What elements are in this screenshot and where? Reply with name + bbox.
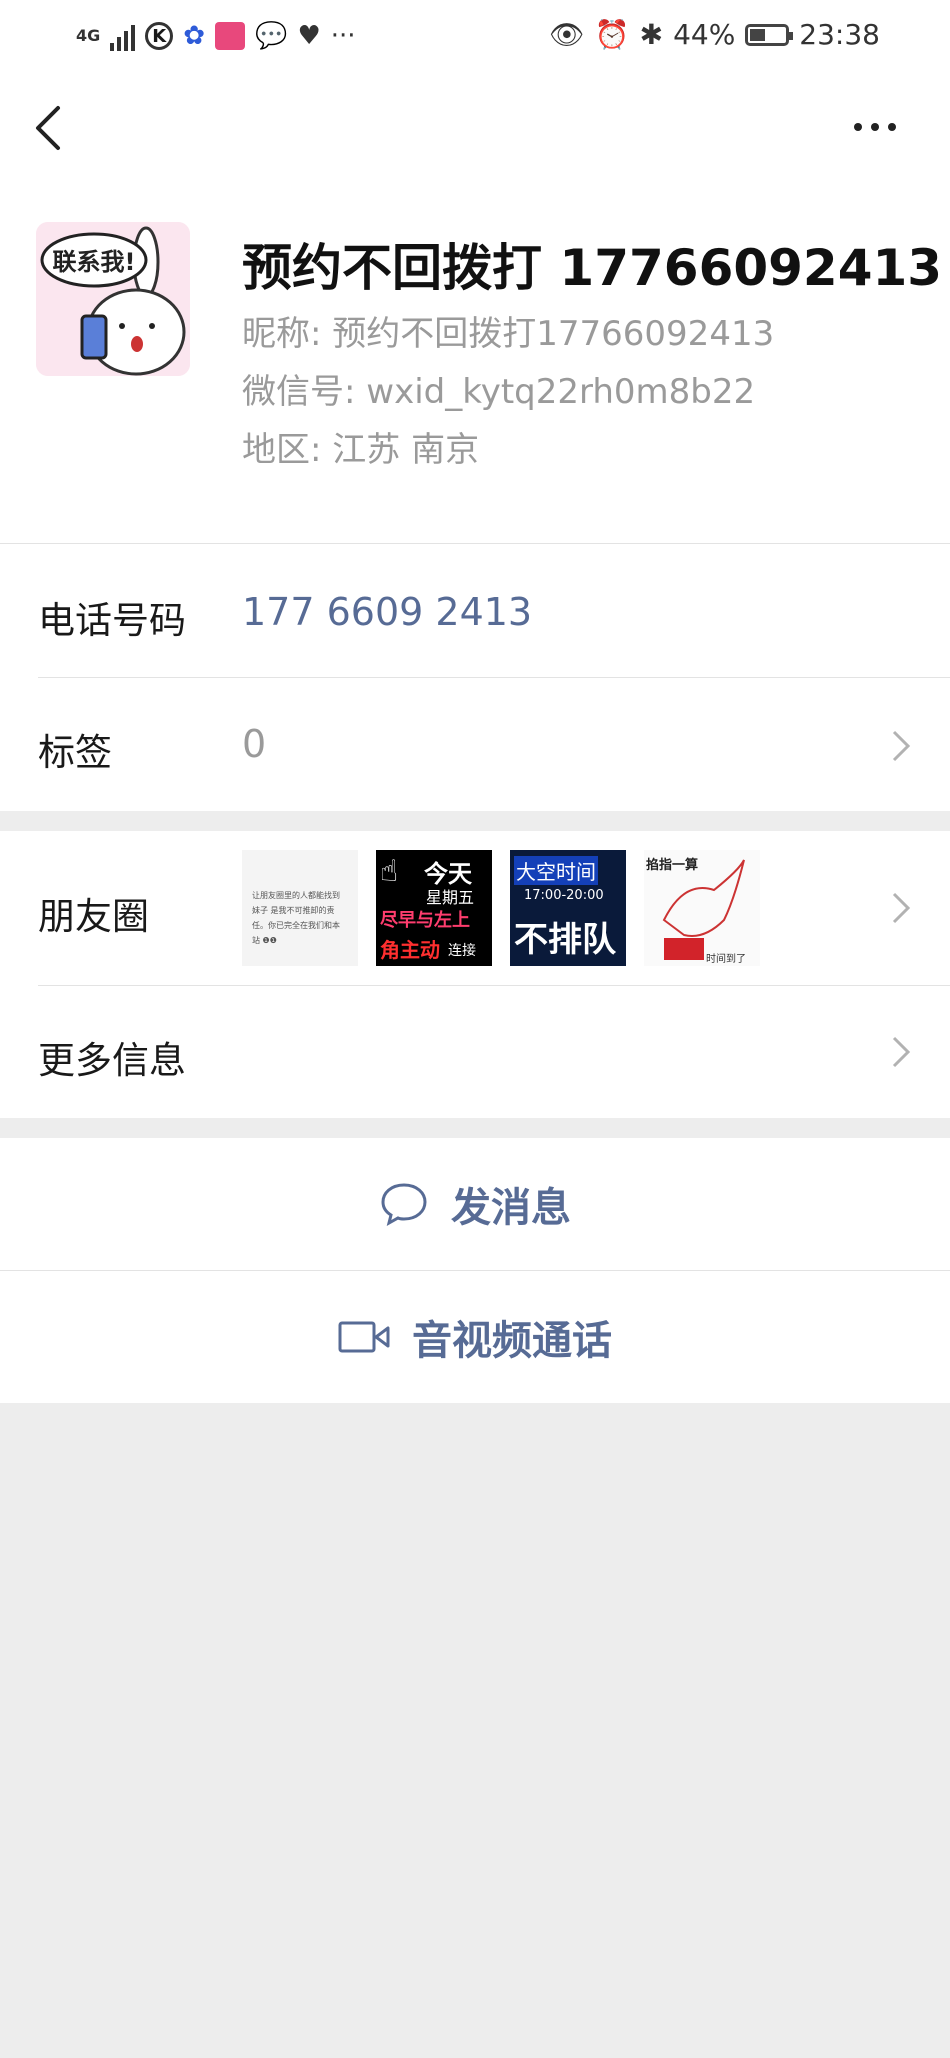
battery-fill [750,28,766,41]
tags-label: 标签 [38,731,112,774]
battery-percent: 44% [673,18,736,51]
k-app-icon: K [145,22,174,50]
baidu-paw-icon: ✿ [183,21,206,51]
pink-app-icon [215,22,246,50]
section-divider [0,543,950,544]
wechat-id-line: 微信号: wxid_kytq22rh0m8b22 [242,372,756,412]
phone-number-link[interactable]: 177 6609 2413 [242,590,532,634]
tags-row[interactable] [0,678,950,810]
video-camera-icon [338,1321,390,1353]
thumb-2-line: 尽早与左上 [380,910,470,931]
back-arrow-icon[interactable] [30,100,70,156]
signal-icon [110,21,136,51]
moments-thumb-1[interactable]: 让朋友圈里的人都能找到 妹子 是我不可推卸的责 任。你已完全在我们和本 站 ❶❶ [242,850,358,966]
chat-bubble-icon: 💬 [255,21,288,51]
moments-label: 朋友圈 [38,895,149,938]
avatar[interactable]: 联系我! [36,222,190,376]
thumb-3-line: 大空时间 [514,856,598,885]
empty-background [0,1403,950,2058]
section-gap [0,1118,950,1138]
thumb-1-line: 让朋友圈里的人都能找到 [252,891,340,900]
send-message-label: 发消息 [451,1185,571,1231]
section-gap [0,811,950,831]
chat-bubble-icon [381,1183,427,1226]
status-bar: 4G K ✿ 💬 ♥ ··· 👁 ⏰ ✱ 44% 23:38 [0,0,950,72]
avatar-text: 联系我! [53,248,136,276]
video-call-button[interactable]: 音视频通话 [0,1271,950,1403]
thumb-2-line: 角主动 [380,938,440,962]
thumb-2-line: 连接 [448,943,476,959]
chevron-right-icon [892,730,911,762]
thumb-4-line: 时间到了 [706,954,746,965]
fortune-hand-icon [662,859,745,960]
moments-thumb-4[interactable]: 掐指一算 时间到了 [644,850,760,966]
more-info-label: 更多信息 [38,1039,186,1082]
more-notifications-icon: ··· [330,21,356,51]
video-call-label: 音视频通话 [412,1318,612,1364]
thumb-1-line: 站 ❶❶ [252,936,277,945]
region-line: 地区: 江苏 南京 [242,430,480,470]
more-options-button[interactable] [854,112,904,142]
heart-rate-icon: ♥ [297,21,321,51]
moments-thumb-2[interactable]: ☝ 今天 星期五 尽早与左上 角主动 连接 [376,850,492,966]
thumb-2-line: 星期五 [426,888,475,907]
thumb-3-line: 不排队 [514,920,616,960]
eye-icon: 👁 [549,18,585,51]
tags-count: 0 [242,722,267,766]
pointing-hand-icon: ☝ [380,854,399,889]
thumb-1-line: 妹子 是我不可推卸的责 [252,906,335,915]
bunny-avatar-icon: 联系我! [36,222,190,376]
thumb-1-line: 任。你已完全在我们和本 [252,921,340,930]
phone-label: 电话号码 [38,599,186,642]
nickname-line: 昵称: 预约不回拨打17766092413 [242,314,775,354]
chevron-right-icon [892,1036,911,1068]
chevron-right-icon [892,892,911,924]
contact-display-name: 预约不回拨打 17766092413 [242,239,943,297]
send-message-button[interactable]: 发消息 [0,1138,950,1270]
moments-thumb-3[interactable]: 大空时间 17:00-20:00 不排队 [510,850,626,966]
alarm-icon: ⏰ [594,18,630,51]
bluetooth-icon: ✱ [639,18,664,51]
thumb-3-line: 17:00-20:00 [524,888,604,903]
network-type-label: 4G [76,26,101,45]
clock-time: 23:38 [799,18,880,51]
battery-icon [745,23,794,46]
